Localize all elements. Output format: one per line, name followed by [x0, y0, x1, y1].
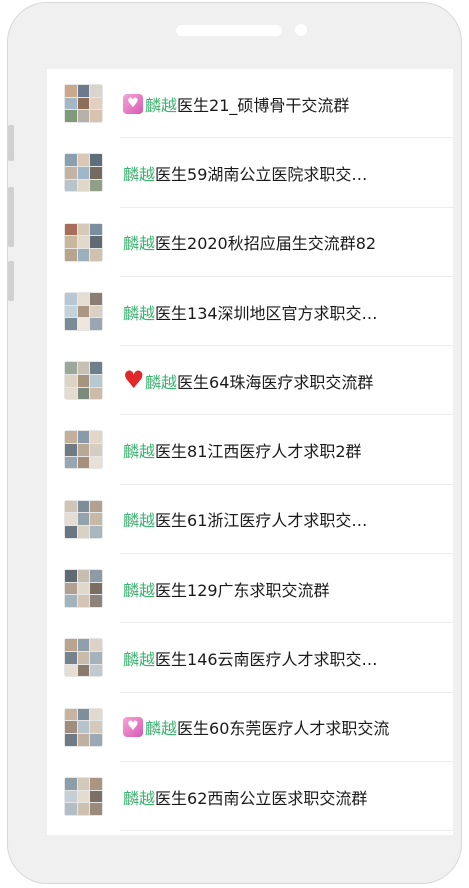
chat-title-brand: 麟越: [145, 372, 178, 392]
chat-title: 麟越 医生81江西医疗人才求职2群: [123, 438, 362, 462]
phone-frame: 麟越医生21_硕博骨干交流群麟越医生59湖南公立医院求职交…麟越医生2020秋招…: [7, 2, 462, 884]
group-avatar: [64, 222, 103, 262]
chat-title: 麟越 医生146云南医疗人才求职交…: [123, 646, 378, 670]
chat-title-brand: 麟越: [145, 719, 178, 739]
chat-list-item[interactable]: 麟越 医生62西南公立医求职交流群: [47, 762, 453, 832]
chat-title-brand: 麟越: [123, 234, 156, 254]
group-avatar: [64, 707, 103, 747]
chat-title-name: 医生59湖南公立医院求职交…: [155, 164, 368, 184]
chat-title-name: 医生134深圳地区官方求职交…: [155, 303, 378, 323]
red-heart-icon: [123, 368, 143, 392]
group-avatar: [64, 430, 103, 470]
chat-title: 麟越 医生2020秋招应届生交流群82: [123, 230, 376, 254]
speaker-grille: [176, 25, 282, 36]
chat-title-brand: 麟越: [123, 303, 156, 323]
chat-title: 麟越 医生134深圳地区官方求职交…: [123, 300, 378, 324]
chat-list-item[interactable]: 麟越 医生61浙江医疗人才求职交…: [47, 485, 453, 555]
chat-list-item[interactable]: 麟越医生64珠海医疗求职交流群: [47, 346, 453, 416]
chat-title-brand: 麟越: [123, 650, 156, 670]
chat-title-brand: 麟越: [145, 95, 178, 115]
chat-title-name: 医生129广东求职交流群: [155, 580, 330, 600]
group-avatar: [64, 569, 103, 609]
chat-title-name: 医生61浙江医疗人才求职交…: [155, 511, 368, 531]
group-avatar: [64, 153, 103, 193]
side-button-volume-down: [8, 261, 14, 301]
group-avatar: [64, 499, 103, 539]
chat-title-brand: 麟越: [123, 164, 156, 184]
group-avatar: [64, 291, 103, 331]
side-button-mute: [8, 125, 14, 161]
side-button-volume-up: [8, 187, 14, 247]
chat-title-name: 医生2020秋招应届生交流群82: [155, 234, 377, 254]
chat-list-item[interactable]: 麟越 医生134深圳地区官方求职交…: [47, 277, 453, 347]
chat-list-item[interactable]: 麟越医生60东莞医疗人才求职交流: [47, 693, 453, 763]
chat-list-item[interactable]: 麟越 医生146云南医疗人才求职交…: [47, 623, 453, 693]
chat-title-name: 医生146云南医疗人才求职交…: [155, 650, 378, 670]
chat-list-item[interactable]: 麟越 医生2020秋招应届生交流群82: [47, 208, 453, 278]
chat-title-brand: 麟越: [123, 788, 156, 808]
chat-list-item[interactable]: 麟越医生21_硕博骨干交流群: [47, 69, 453, 139]
chat-title-name: 医生81江西医疗人才求职2群: [155, 442, 362, 462]
group-avatar: [64, 638, 103, 678]
chat-title-brand: 麟越: [123, 511, 156, 531]
chat-title: 麟越医生21_硕博骨干交流群: [123, 92, 349, 116]
chat-list-item[interactable]: 麟越 医生59湖南公立医院求职交…: [47, 138, 453, 208]
chat-title-name: 医生21_硕博骨干交流群: [177, 95, 350, 115]
pink-heart-icon: [123, 93, 143, 114]
group-avatar: [64, 84, 103, 123]
chat-title-name: 医生64珠海医疗求职交流群: [177, 372, 374, 392]
chat-title: 麟越 医生61浙江医疗人才求职交…: [123, 507, 367, 531]
chat-list-item[interactable]: 麟越 医生81江西医疗人才求职2群: [47, 415, 453, 486]
chat-title: 麟越医生60东莞医疗人才求职交流: [123, 715, 389, 739]
chat-title-brand: 麟越: [123, 442, 156, 462]
chat-title-name: 医生60东莞医疗人才求职交流: [177, 719, 390, 739]
group-avatar: [64, 776, 103, 816]
chat-title: 麟越医生64珠海医疗求职交流群: [123, 368, 374, 393]
chat-list-item[interactable]: 麟越 医生129广东求职交流群: [47, 554, 453, 624]
chat-list: 麟越医生21_硕博骨干交流群麟越医生59湖南公立医院求职交…麟越医生2020秋招…: [47, 69, 453, 832]
chat-list-screen: 麟越医生21_硕博骨干交流群麟越医生59湖南公立医院求职交…麟越医生2020秋招…: [47, 69, 453, 835]
group-avatar: [64, 361, 103, 401]
chat-title: 麟越 医生59湖南公立医院求职交…: [123, 161, 367, 185]
front-camera: [295, 24, 307, 36]
pink-heart-icon: [123, 717, 143, 738]
chat-title: 麟越 医生129广东求职交流群: [123, 577, 330, 601]
chat-title-name: 医生62西南公立医求职交流群: [155, 788, 368, 808]
chat-title: 麟越 医生62西南公立医求职交流群: [123, 785, 367, 809]
chat-title-brand: 麟越: [123, 580, 156, 600]
